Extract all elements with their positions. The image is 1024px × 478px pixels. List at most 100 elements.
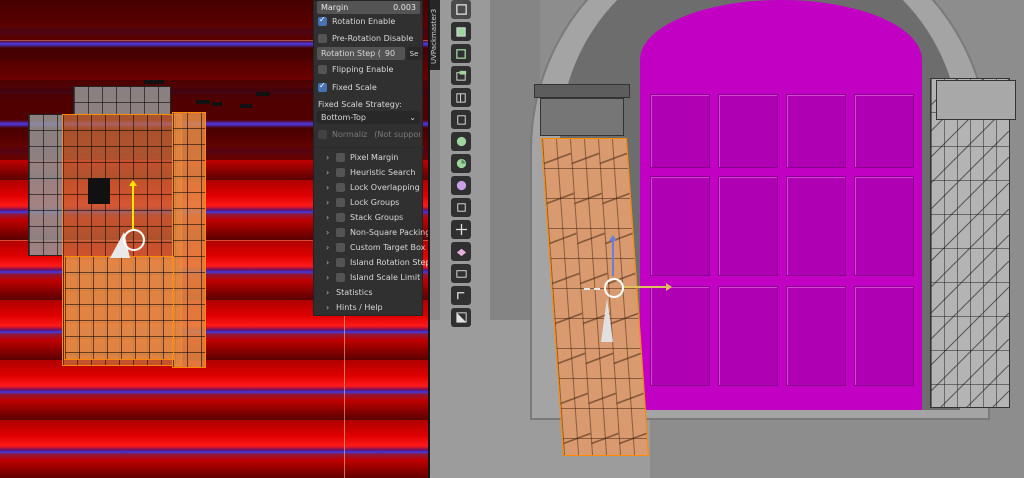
section-label: Lock Groups (350, 197, 400, 207)
fixed-scale-strategy-heading: Fixed Scale Strategy: (314, 97, 424, 112)
column-left-capital (534, 84, 630, 98)
section-island-rotation-step[interactable]: › Island Rotation Step (326, 255, 431, 269)
rotation-enable-checkbox[interactable]: Rotation Enable (314, 14, 424, 29)
select-box-icon[interactable] (451, 0, 471, 19)
uv-island-fragment (256, 92, 270, 96)
section-stack-groups[interactable]: › Stack Groups (326, 210, 403, 224)
section-pixel-margin[interactable]: › Pixel Margin (326, 150, 398, 164)
checkbox-disabled-icon (318, 130, 327, 139)
rotate-icon[interactable] (451, 66, 471, 85)
section-hints-help[interactable]: › Hints / Help (326, 300, 383, 314)
section-lock-groups[interactable]: › Lock Groups (326, 195, 399, 209)
section-label: Non-Square Packing (350, 227, 431, 237)
scale-icon[interactable] (451, 88, 471, 107)
chevron-right-icon: › (326, 212, 330, 222)
door-mesh[interactable] (640, 0, 922, 410)
door-panel (786, 176, 846, 276)
uv-island-selected[interactable] (64, 256, 174, 360)
checkbox-unchecked-icon[interactable] (336, 242, 345, 252)
bevel-icon[interactable] (451, 242, 471, 261)
column-right-wireframe[interactable] (930, 78, 1010, 408)
section-label: Island Scale Limit (350, 272, 421, 282)
pre-rotation-disable-label: Pre-Rotation Disable (332, 34, 414, 43)
checkbox-unchecked-icon[interactable] (336, 197, 345, 207)
flipping-enable-label: Flipping Enable (332, 65, 394, 74)
door-panel (718, 176, 778, 276)
rotation-step-unit-dropdown[interactable]: Se (407, 47, 421, 60)
chevron-right-icon: › (326, 302, 330, 312)
door-panel (854, 176, 914, 276)
chevron-right-icon: › (326, 287, 330, 297)
margin-field[interactable]: Margin 0.003 (317, 1, 420, 14)
gizmo-dash (594, 288, 600, 290)
checkbox-unchecked-icon[interactable] (336, 227, 345, 237)
column-right-capital (936, 80, 1016, 120)
uvpackmaster-settings-panel: Margin 0.003 Rotation Enable Pre-Rotatio… (313, 0, 431, 316)
checkbox-unchecked-icon[interactable] (336, 212, 345, 222)
section-island-scale-limit[interactable]: › Island Scale Limit (326, 270, 420, 284)
uv-island[interactable] (28, 114, 64, 256)
rotation-enable-label: Rotation Enable (332, 17, 396, 26)
gizmo-dash (584, 288, 590, 290)
section-label: Pixel Margin (350, 152, 399, 162)
section-heuristic-search[interactable]: › Heuristic Search (326, 165, 415, 179)
poly-build-icon[interactable] (451, 308, 471, 327)
door-panel (854, 94, 914, 168)
door-panel (786, 286, 846, 386)
uv-island-dark (88, 178, 110, 204)
gizmo-center[interactable] (604, 278, 624, 298)
chevron-right-icon: › (326, 197, 330, 207)
section-non-square-packing[interactable]: › Non-Square Packing (326, 225, 430, 239)
inset-icon[interactable] (451, 220, 471, 239)
section-label: Custom Target Box (350, 242, 426, 252)
transform-icon[interactable] (451, 110, 471, 129)
uv-gizmo-center[interactable] (123, 229, 145, 251)
section-lock-overlapping[interactable]: › Lock Overlapping (326, 180, 420, 194)
door-panel (650, 286, 710, 386)
normalize-label: Normaliz... (332, 130, 368, 139)
uv-island[interactable] (73, 86, 171, 116)
chevron-right-icon: › (326, 242, 330, 252)
checkbox-unchecked-icon[interactable] (336, 182, 345, 192)
fixed-scale-checkbox[interactable]: Fixed Scale (314, 80, 424, 95)
flipping-enable-checkbox[interactable]: Flipping Enable (314, 62, 424, 77)
pre-rotation-disable-checkbox[interactable]: Pre-Rotation Disable (314, 31, 424, 46)
checkbox-unchecked-icon[interactable] (336, 257, 345, 267)
gizmo-cone (601, 298, 613, 342)
fixed-scale-strategy-dropdown[interactable]: Bottom-Top ⌄ (317, 111, 420, 124)
gizmo-z-arrow[interactable] (609, 235, 617, 276)
checkbox-unchecked-icon[interactable] (336, 167, 345, 177)
rotation-step-field[interactable]: Rotation Step ( 90 (317, 47, 405, 60)
checkbox-unchecked-icon (318, 34, 327, 43)
checkbox-unchecked-icon[interactable] (336, 152, 345, 162)
fixed-scale-strategy-label: Fixed Scale Strategy: (318, 100, 402, 109)
area-separator[interactable] (428, 0, 430, 478)
column-left-capital-base (540, 98, 624, 136)
checkbox-unchecked-icon[interactable] (336, 272, 345, 282)
uv-gizmo-y-arrow[interactable] (129, 180, 137, 229)
section-custom-target-box[interactable]: › Custom Target Box (326, 240, 425, 254)
chevron-down-icon: ⌄ (409, 113, 416, 122)
sidebar-tab-uvpackmaster[interactable]: UVPackmaster3 (430, 0, 440, 70)
section-statistics[interactable]: › Statistics (326, 285, 373, 299)
add-cube-icon[interactable] (451, 176, 471, 195)
extrude-icon[interactable] (451, 198, 471, 217)
chevron-right-icon: › (326, 182, 330, 192)
door-panel (650, 176, 710, 276)
door-panel (718, 94, 778, 168)
normalize-note: (Not suppor... (374, 130, 420, 139)
annotate-icon[interactable] (451, 132, 471, 151)
section-label: Heuristic Search (350, 167, 416, 177)
checkbox-checked-icon (318, 15, 327, 26)
gizmo-x-arrow[interactable] (624, 283, 672, 291)
measure-icon[interactable] (451, 154, 471, 173)
cursor-icon[interactable] (451, 22, 471, 41)
uv-island-selected[interactable] (172, 112, 206, 368)
rotation-step-label: Rotation Step ( (321, 49, 381, 58)
knife-icon[interactable] (451, 286, 471, 305)
uv-island-fragment (196, 100, 210, 104)
loop-cut-icon[interactable] (451, 264, 471, 283)
move-icon[interactable] (451, 44, 471, 63)
uv-island-fragment (144, 80, 164, 84)
fixed-scale-label: Fixed Scale (332, 83, 377, 92)
